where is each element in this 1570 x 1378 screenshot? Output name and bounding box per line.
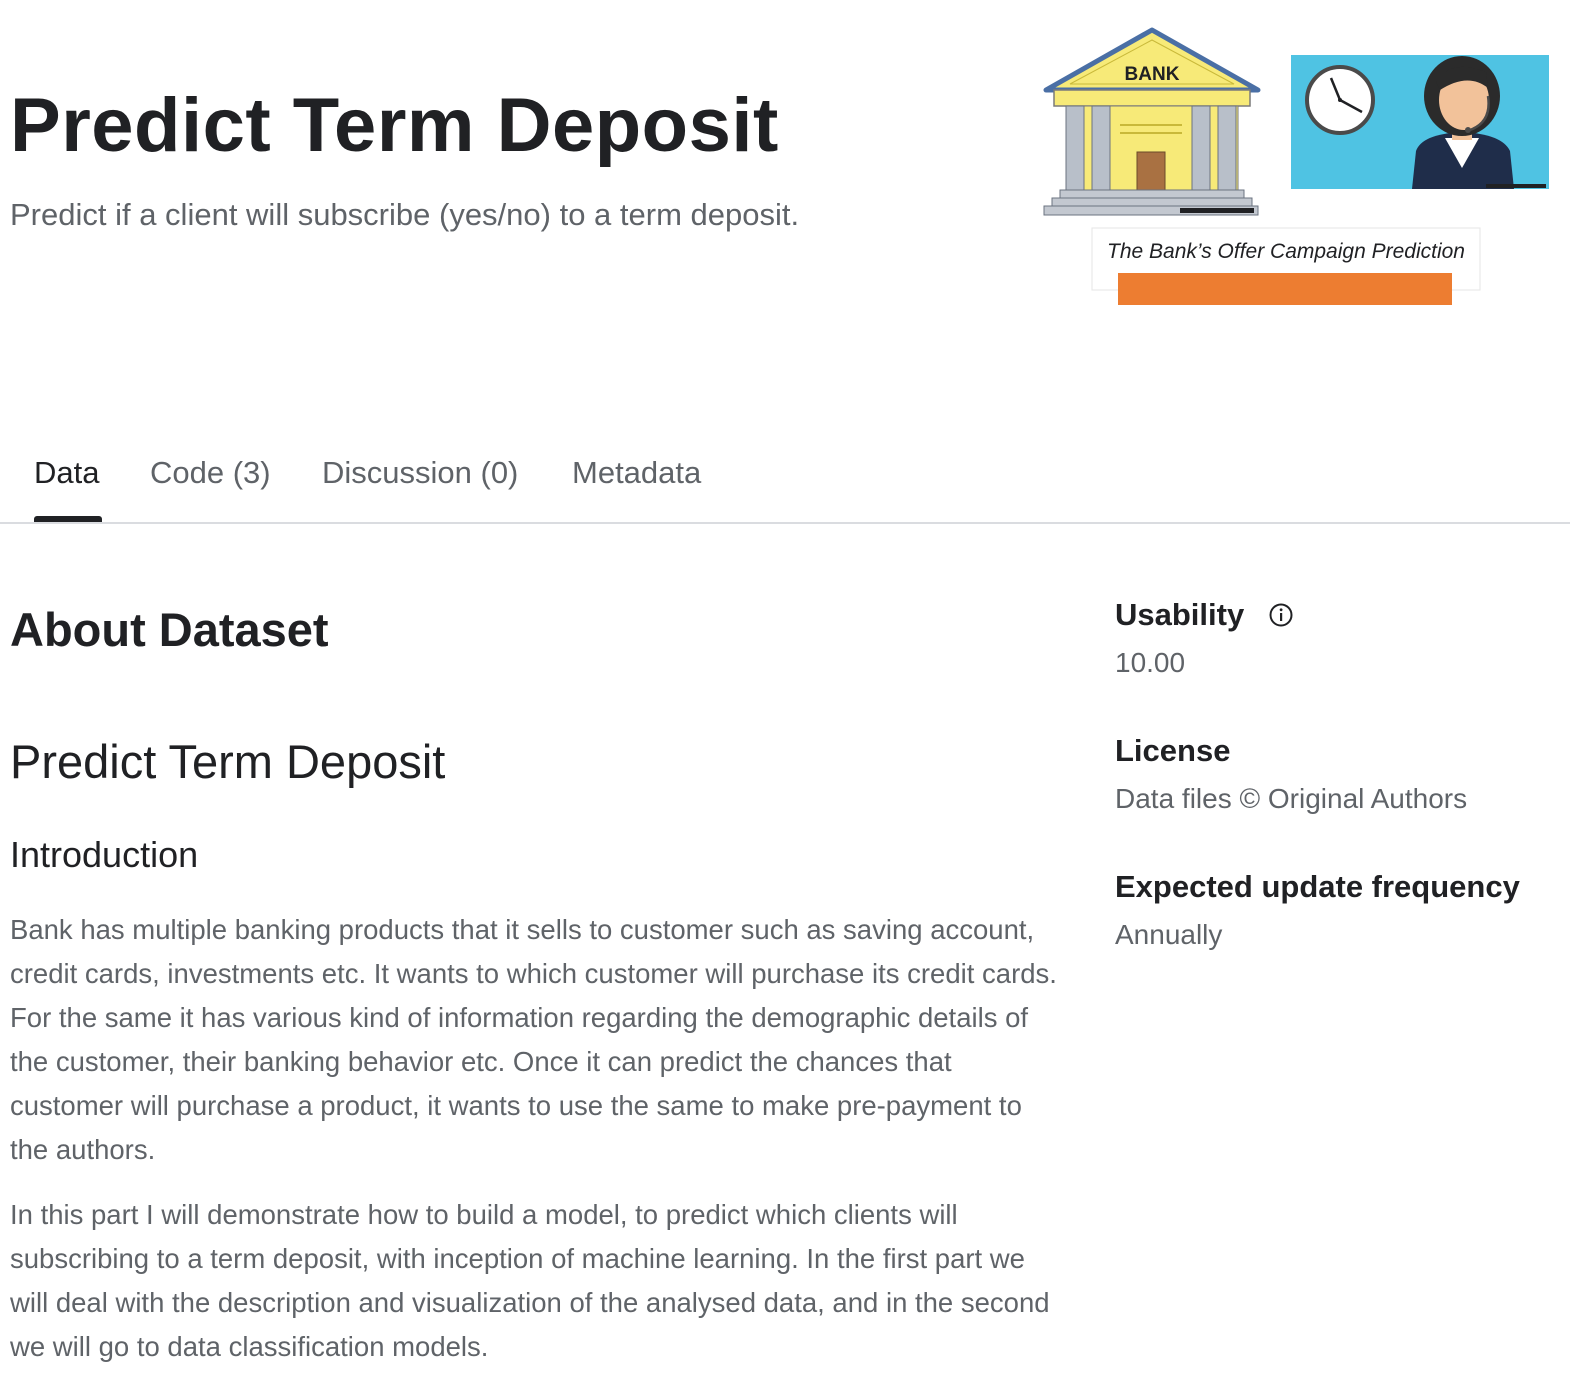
intro-paragraph: Bank has multiple banking products that … xyxy=(10,914,1057,1165)
doc-title: Predict Term Deposit xyxy=(10,735,446,788)
caption-bar xyxy=(1118,273,1452,305)
usability-label: Usability xyxy=(1115,597,1245,632)
bank-sign-text: BANK xyxy=(1125,64,1180,85)
method-paragraph: In this part I will demonstrate how to b… xyxy=(10,1199,1050,1362)
bank-building-icon: BANK xyxy=(1043,27,1261,216)
usability-value: 10.00 xyxy=(1115,647,1186,678)
tab-divider xyxy=(0,522,1570,524)
clock-icon xyxy=(1305,65,1375,135)
page-subtitle: Predict if a client will subscribe (yes/… xyxy=(10,197,800,232)
license-value[interactable]: Data files © Original Authors xyxy=(1115,783,1467,815)
info-icon[interactable] xyxy=(1268,602,1294,628)
dataset-cover-image: BANK The Bank’s Offer Campaign Predictio… xyxy=(1040,26,1560,316)
tab-data[interactable]: Data xyxy=(34,455,99,491)
update-frequency-value: Annually xyxy=(1115,919,1223,950)
license-label: License xyxy=(1115,733,1231,768)
banner-caption: The Bank’s Offer Campaign Prediction xyxy=(1107,240,1465,263)
introduction-heading: Introduction xyxy=(10,834,199,875)
tab-metadata[interactable]: Metadata xyxy=(572,455,701,491)
tab-discussion[interactable]: Discussion (0) xyxy=(322,455,518,491)
page-title: Predict Term Deposit xyxy=(10,83,779,168)
tab-code[interactable]: Code (3) xyxy=(150,455,271,491)
update-frequency-label: Expected update frequency xyxy=(1115,869,1520,904)
about-dataset-heading: About Dataset xyxy=(10,603,329,656)
